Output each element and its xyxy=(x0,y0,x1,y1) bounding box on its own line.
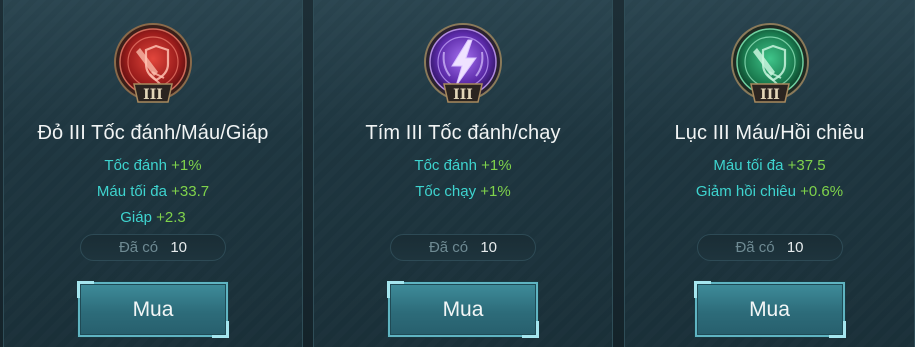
green-sword-shield-icon: III xyxy=(729,22,811,114)
background-gap xyxy=(613,0,624,347)
emblem-title: Tím III Tốc đánh/chạy xyxy=(365,122,561,144)
svg-text:III: III xyxy=(143,87,163,103)
emblem-card-purple[interactable]: III Tím III Tốc đánh/chạy Tốc đánh +1% T… xyxy=(313,0,613,347)
emblem-card-green[interactable]: III Lục III Máu/Hồi chiêu Máu tối đa +37… xyxy=(624,0,915,347)
stat-name: Tốc đánh xyxy=(414,157,477,174)
stat-name: Máu tối đa xyxy=(96,183,167,200)
buy-button[interactable]: Mua xyxy=(387,281,539,338)
stat-row: Giảm hồi chiêu +0.6% xyxy=(625,179,914,205)
stat-row: Máu tối đa +33.7 xyxy=(4,179,302,205)
stat-value: +33.7 xyxy=(171,183,210,200)
stat-name: Giáp xyxy=(120,209,152,226)
red-sword-shield-icon: III xyxy=(112,22,194,114)
stat-name: Máu tối đa xyxy=(713,157,784,174)
background-gap xyxy=(303,0,313,347)
stat-value: +2.3 xyxy=(156,209,186,226)
stat-value: +0.6% xyxy=(800,183,844,200)
stat-value: +1% xyxy=(171,157,202,174)
stat-row: Tốc chạy +1% xyxy=(314,179,612,205)
owned-count-badge: Đã có 10 xyxy=(80,234,226,261)
stat-value: +37.5 xyxy=(787,157,826,174)
owned-label: Đã có xyxy=(118,239,159,256)
stat-list: Máu tối đa +37.5 Giảm hồi chiêu +0.6% xyxy=(625,153,914,205)
stat-name: Giảm hồi chiêu xyxy=(695,183,796,200)
stat-list: Tốc đánh +1% Tốc chạy +1% xyxy=(314,153,612,205)
buy-button[interactable]: Mua xyxy=(693,281,846,338)
owned-label: Đã có xyxy=(428,239,469,256)
purple-lightning-icon: III xyxy=(422,22,504,114)
svg-text:III: III xyxy=(453,87,473,103)
stat-value: +1% xyxy=(480,183,511,200)
emblem-title: Lục III Máu/Hồi chiêu xyxy=(674,122,865,144)
owned-count: 10 xyxy=(480,239,498,256)
stat-name: Tốc chạy xyxy=(415,183,477,200)
stat-row: Tốc đánh +1% xyxy=(4,153,302,179)
emblem-title: Đỏ III Tốc đánh/Máu/Giáp xyxy=(37,122,269,144)
svg-text:III: III xyxy=(760,87,780,103)
stat-row: Giáp +2.3 xyxy=(4,205,302,231)
stat-row: Máu tối đa +37.5 xyxy=(625,153,914,179)
owned-count-badge: Đã có 10 xyxy=(696,234,843,261)
stat-list: Tốc đánh +1% Máu tối đa +33.7 Giáp +2.3 xyxy=(4,153,302,231)
emblem-card-red[interactable]: III Đỏ III Tốc đánh/Máu/Giáp Tốc đánh +1… xyxy=(3,0,303,347)
stat-value: +1% xyxy=(481,157,512,174)
stat-name: Tốc đánh xyxy=(104,157,167,174)
stat-row: Tốc đánh +1% xyxy=(314,153,612,179)
buy-button[interactable]: Mua xyxy=(77,281,229,338)
owned-count-badge: Đã có 10 xyxy=(390,234,536,261)
owned-count: 10 xyxy=(786,239,804,256)
owned-count: 10 xyxy=(170,239,188,256)
owned-label: Đã có xyxy=(735,239,775,256)
